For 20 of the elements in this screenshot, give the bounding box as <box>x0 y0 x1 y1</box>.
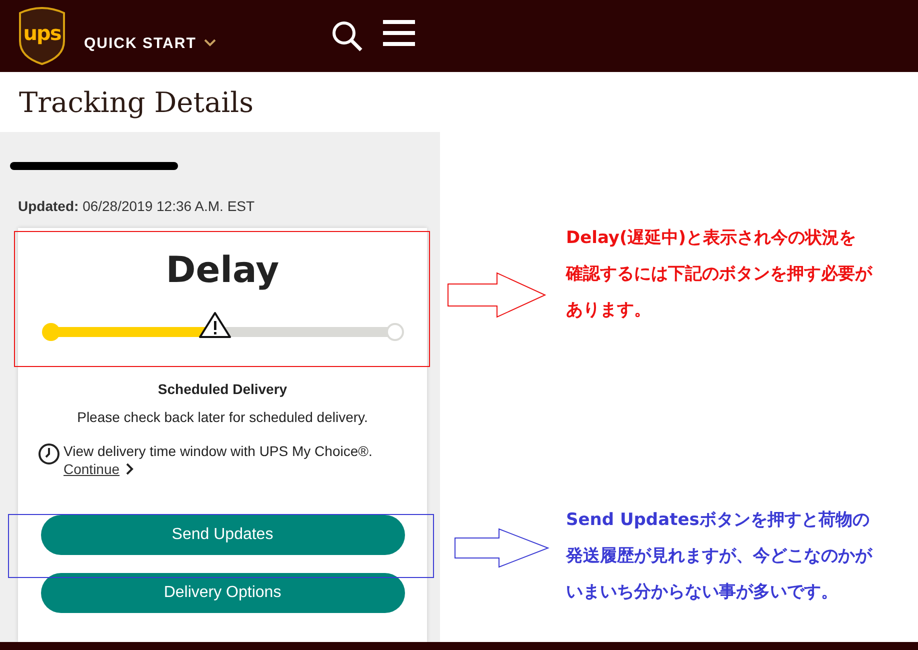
action-button[interactable]: Delivery Options <box>40 573 404 613</box>
updated-text: Updated: 06/28/2019 12:36 A.M. EST <box>18 198 256 214</box>
scheduled-heading: Scheduled Delivery <box>158 381 288 397</box>
quick-start-menu[interactable]: QUICK START <box>84 34 216 52</box>
continue-link[interactable]: Continue <box>64 461 134 477</box>
warning-icon <box>198 311 232 339</box>
menu-button[interactable] <box>383 19 416 47</box>
start-dot <box>42 323 60 341</box>
search-button[interactable] <box>331 20 364 52</box>
status-title: Delay <box>166 250 280 291</box>
shield-logo[interactable]: ups <box>18 7 66 65</box>
annotation-note: Send Updatesボタンを押すと荷物の発送履歴が見れますが、今どこなのかがいまいち分からない事が多いです。 <box>566 509 872 604</box>
annotation-note: Delay(遅延中)と表示され今の状況を確認するには下記のボタンを押す必要があります。 <box>566 227 872 322</box>
chevron-down-icon <box>204 39 216 47</box>
my-choice-note: View delivery time window with UPS My Choice®. <box>64 443 372 459</box>
clock-icon <box>38 443 60 465</box>
action-button[interactable]: Send Updates <box>40 515 404 555</box>
delivery-message: Please check back later for scheduled delivery. <box>77 409 368 425</box>
page-title: Tracking Details <box>19 86 254 119</box>
chevron-right-icon <box>126 463 134 475</box>
